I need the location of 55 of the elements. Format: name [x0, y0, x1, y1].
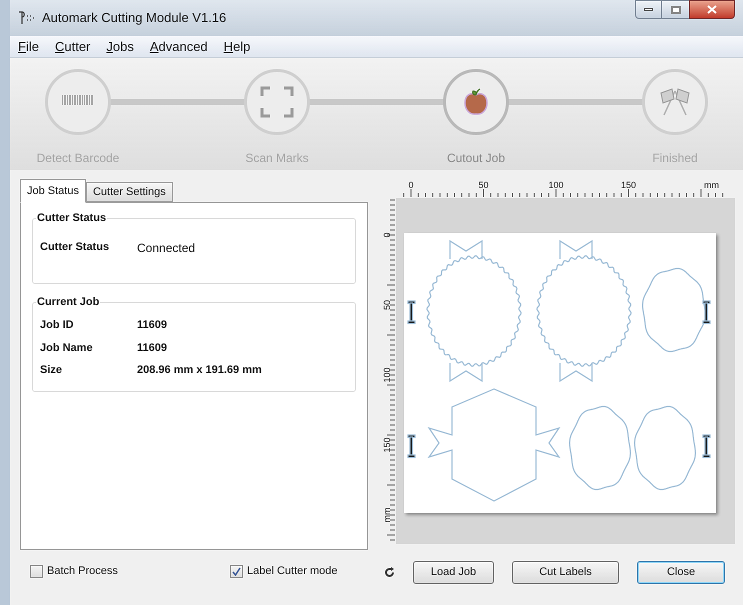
- registration-mark-icon: [702, 434, 711, 458]
- checkbox-option[interactable]: Batch Process: [30, 563, 230, 580]
- close-window-button[interactable]: [689, 0, 735, 19]
- checkbox-option[interactable]: Label Cutter mode: [230, 563, 338, 580]
- field-value: 208.96 mm x 191.69 mm: [137, 363, 262, 378]
- check-icon: [232, 566, 241, 576]
- field-label: Cutter Status: [40, 240, 110, 255]
- ruler-label: 100: [382, 367, 392, 383]
- registration-mark-icon: [702, 300, 711, 324]
- registration-mark-icon: [407, 434, 416, 458]
- field-label: Job Name: [40, 340, 94, 356]
- step-label: Cutout Job: [446, 150, 506, 167]
- action-button[interactable]: Close: [637, 561, 725, 584]
- checkbox[interactable]: [30, 564, 43, 578]
- step-label: Finished: [652, 150, 698, 167]
- maximize-icon: [670, 6, 680, 14]
- refresh-icon[interactable]: [384, 567, 395, 578]
- checkbox-label: Batch Process: [47, 564, 118, 579]
- tab[interactable]: Job Status: [20, 179, 86, 203]
- checkbox[interactable]: [230, 564, 243, 578]
- minimize-icon: [644, 8, 653, 11]
- close-icon: [707, 5, 717, 14]
- action-button[interactable]: Load Job: [413, 561, 494, 584]
- ruler-label: 50: [382, 300, 392, 310]
- ruler-label: 150: [620, 180, 636, 190]
- action-button[interactable]: Cut Labels: [512, 561, 619, 584]
- ruler-label: 0: [382, 232, 392, 238]
- ruler-label: mm: [704, 180, 719, 190]
- ruler-label: 50: [478, 180, 488, 190]
- scan-frame-icon: [260, 86, 294, 118]
- field-value: Connected: [137, 240, 196, 257]
- minimize-button[interactable]: [635, 0, 662, 19]
- step-label: Detect Barcode: [36, 150, 120, 167]
- field-value: 11609: [137, 318, 167, 333]
- menu-item[interactable]: File: [18, 36, 39, 56]
- step-label: Scan Marks: [245, 150, 309, 167]
- ruler-label: mm: [382, 508, 392, 522]
- maximize-button[interactable]: [662, 0, 689, 19]
- checkbox-label: Label Cutter mode: [247, 564, 338, 579]
- ruler-label: 0: [408, 180, 414, 190]
- ruler-label: 100: [548, 180, 564, 190]
- menu-item[interactable]: Jobs: [106, 36, 134, 56]
- app-icon: [18, 11, 34, 25]
- window-title: Automark Cutting Module V1.16: [42, 9, 226, 28]
- field-value: 11609: [137, 340, 167, 356]
- ruler-label: 150: [382, 437, 392, 453]
- checkered-flags-icon: [658, 87, 692, 117]
- tab[interactable]: Cutter Settings: [86, 182, 173, 202]
- registration-mark-icon: [407, 300, 416, 324]
- menu-item[interactable]: Help: [224, 36, 250, 56]
- field-label: Job ID: [40, 318, 75, 333]
- menu-item[interactable]: Advanced: [150, 36, 208, 56]
- menu-item[interactable]: Cutter: [54, 36, 90, 56]
- field-label: Size: [40, 363, 64, 378]
- apple-icon: [463, 88, 489, 116]
